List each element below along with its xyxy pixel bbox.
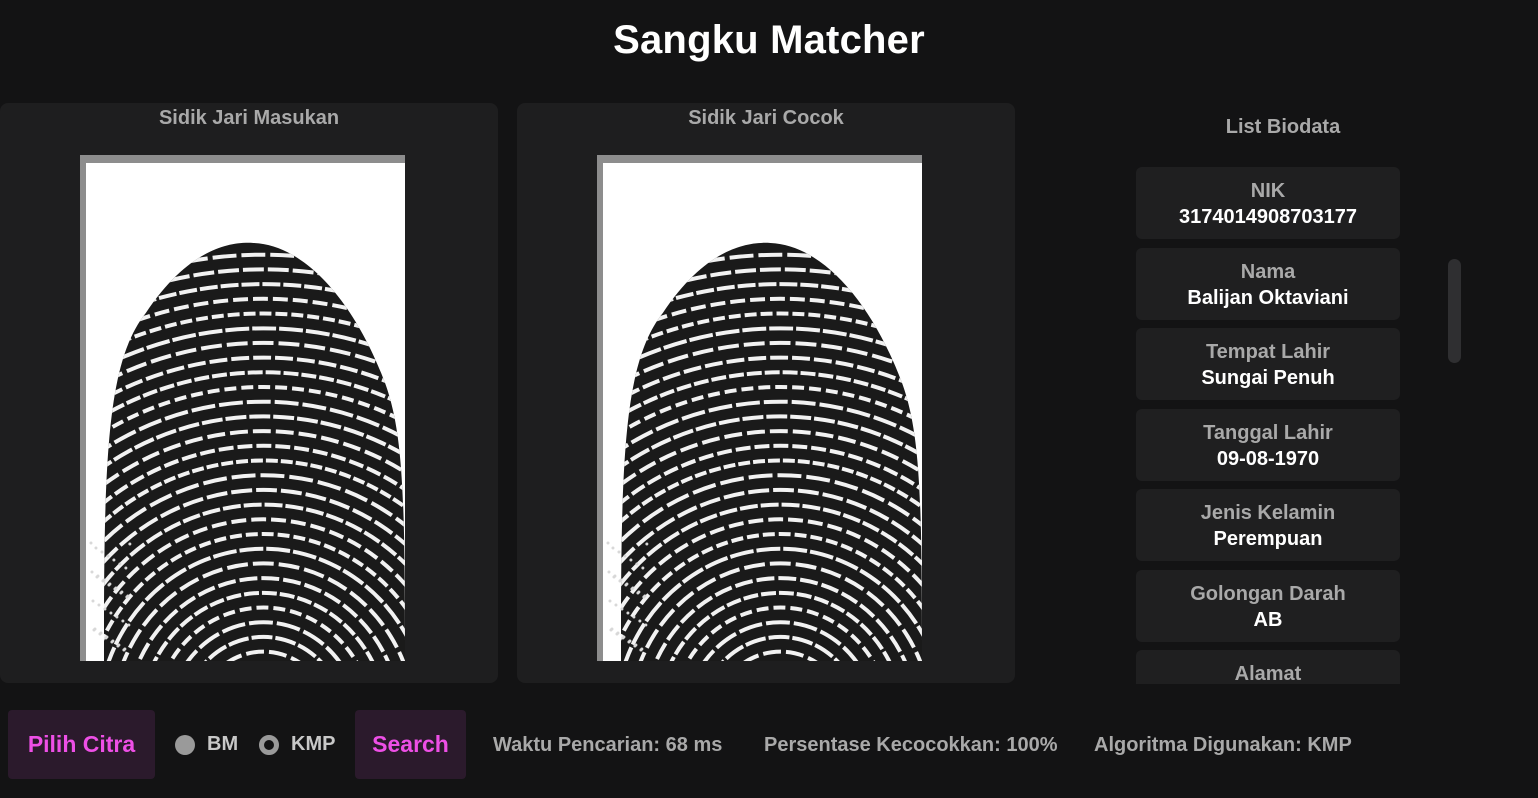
biodata-value: Balijan Oktaviani [1187,286,1349,309]
biodata-value: Perempuan [1213,528,1323,550]
input-fingerprint-panel: Sidik Jari Masukan [0,103,498,683]
biodata-label: Tempat Lahir [1205,341,1331,363]
match-percentage-text: Persentase Kecocokkan: 100% [764,734,1058,756]
search-time-text: Waktu Pencarian: 68 ms [493,734,723,756]
radio-bm[interactable]: BM [175,733,238,756]
matched-fingerprint-panel: Sidik Jari Cocok [517,103,1015,683]
input-fingerprint-title: Sidik Jari Masukan [158,107,340,129]
radio-kmp-label: KMP [291,733,336,755]
biodata-list-header: List Biodata [1225,116,1341,138]
algorithm-used-text: Algoritma Digunakan: KMP [1094,734,1352,756]
biodata-item-nama: Nama Balijan Oktaviani [1136,247,1400,320]
biodata-item-jenis-kelamin: Jenis Kelamin Perempuan [1136,489,1400,561]
radio-kmp-circle[interactable] [259,734,279,755]
app-title: Sangku Matcher [613,18,925,62]
biodata-item-tempat-lahir: Tempat Lahir Sungai Penuh [1136,328,1400,400]
biodata-label: Jenis Kelamin [1200,502,1336,524]
input-fingerprint-image [80,155,405,661]
biodata-label: Alamat [1234,663,1302,684]
fingerprint-image [606,242,922,661]
matched-fingerprint-image [597,155,922,661]
radio-bm-label: BM [207,733,239,755]
biodata-label: Golongan Darah [1190,582,1346,605]
biodata-scrollbar[interactable] [1448,259,1461,363]
search-button[interactable]: Search [355,710,466,779]
biodata-value: Sungai Penuh [1201,367,1335,389]
biodata-list[interactable]: NIK 3174014908703177 Nama Balijan Oktavi… [1136,167,1400,684]
biodata-value: AB [1253,608,1283,631]
biodata-item-tanggal-lahir: Tanggal Lahir 09-08-1970 [1136,408,1400,481]
biodata-item-nik: NIK 3174014908703177 [1136,167,1400,239]
biodata-label: Nama [1240,260,1296,283]
biodata-value: 09-08-1970 [1216,447,1320,470]
biodata-label: Tanggal Lahir [1203,421,1333,444]
biodata-label: NIK [1250,180,1286,202]
pilih-citra-button[interactable]: Pilih Citra [8,710,155,779]
radio-bm-circle[interactable] [175,734,195,755]
radio-kmp[interactable]: KMP [259,733,335,756]
fingerprint-image [89,242,405,661]
biodata-item-alamat: Alamat [1136,650,1400,684]
matched-fingerprint-title: Sidik Jari Cocok [688,107,844,129]
biodata-item-golongan-darah: Golongan Darah AB [1136,569,1400,642]
biodata-value: 3174014908703177 [1179,206,1357,228]
